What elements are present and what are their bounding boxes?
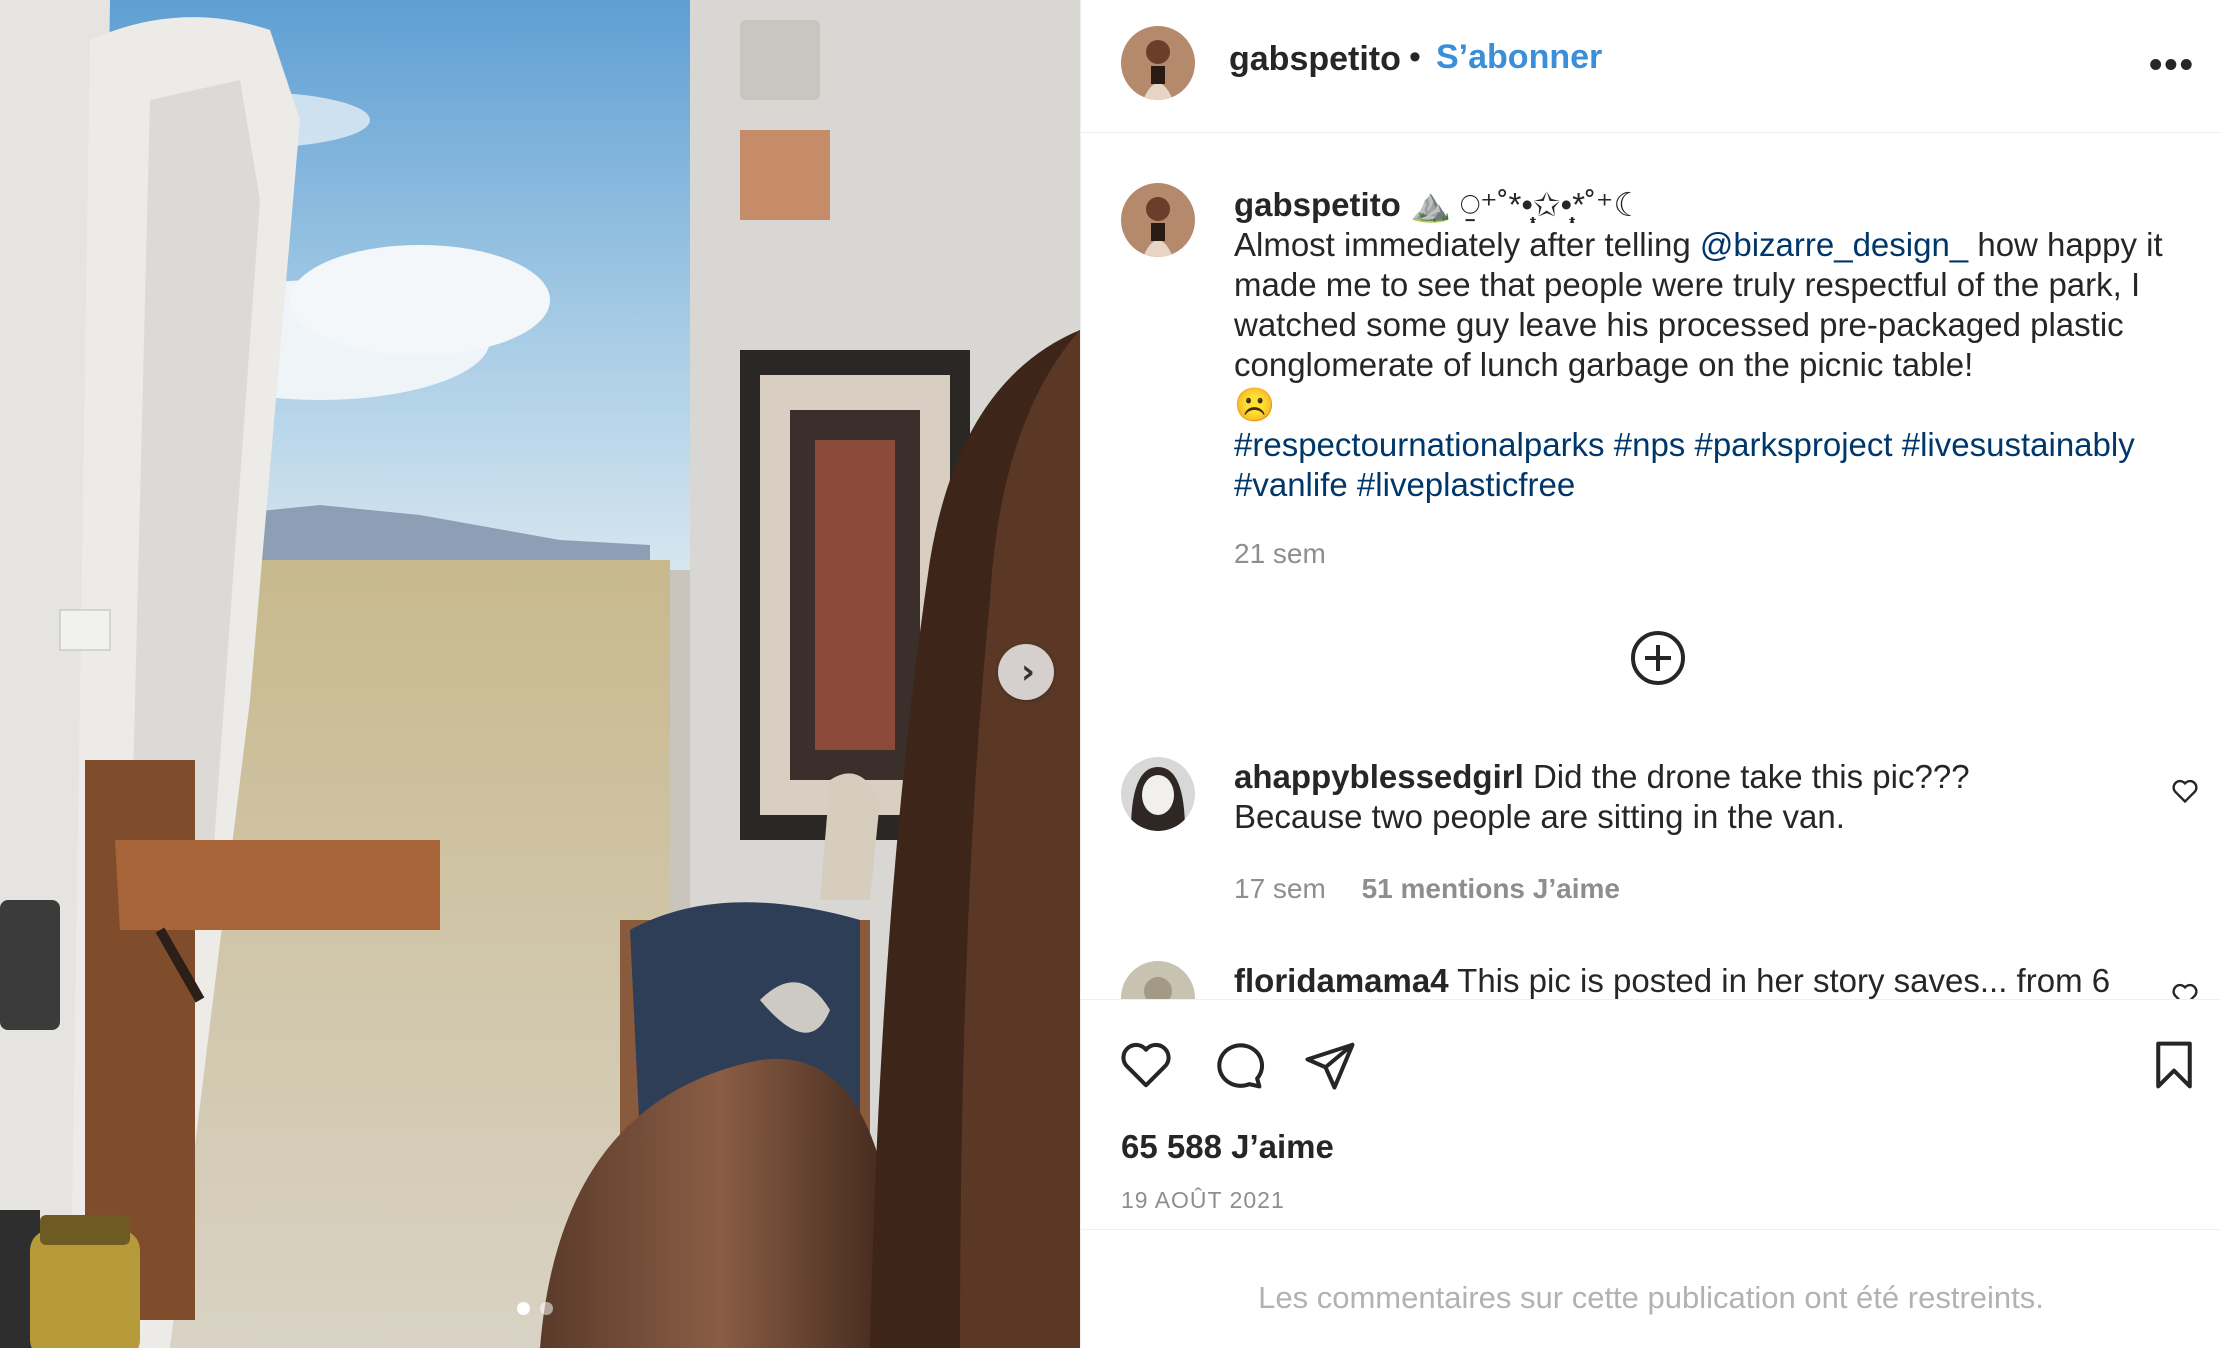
hashtag[interactable]: #livesustainably — [1902, 426, 2135, 463]
plus-circle-icon[interactable] — [1631, 631, 1685, 685]
comment-username[interactable]: ahappyblessedgirl — [1234, 758, 1524, 795]
post-panel: gabspetito • S’abonner ••• gabspetito ⛰️… — [1080, 0, 2220, 1348]
caption-text-before: Almost immediately after telling — [1234, 226, 1700, 263]
carousel-dot-active — [517, 1302, 530, 1315]
avatar[interactable] — [1121, 757, 1195, 831]
caption-mention[interactable]: @bizarre_design_ — [1700, 226, 1968, 263]
hashtag[interactable]: #vanlife — [1234, 466, 1348, 503]
bookmark-icon[interactable] — [2147, 1038, 2201, 1092]
more-icon[interactable]: ••• — [2149, 44, 2195, 87]
hashtag[interactable]: #respectournationalparks — [1234, 426, 1605, 463]
post-header: gabspetito • S’abonner ••• — [1081, 0, 2220, 133]
comment-text: floridamama4 This pic is posted in her s… — [1234, 961, 2110, 999]
comment-restricted-bar: Les commentaires sur cette publication o… — [1081, 1229, 2220, 1349]
avatar[interactable] — [1121, 183, 1195, 257]
heart-icon[interactable] — [1119, 1038, 1173, 1092]
caption-emoji: ⛰️ ⍜⁺˚*•̩̩͙✩•̩̩͙*˚⁺☾ — [1410, 186, 1643, 223]
carousel-indicator — [517, 1302, 553, 1315]
username[interactable]: gabspetito — [1229, 40, 1401, 79]
share-icon[interactable] — [1303, 1038, 1357, 1092]
avatar[interactable] — [1121, 26, 1195, 100]
post-image[interactable]: › — [0, 0, 1080, 1348]
comment-meta: 17 sem 51 mentions J’aime — [1234, 873, 1620, 905]
follow-button[interactable]: S’abonner — [1436, 38, 1602, 77]
hashtag[interactable]: #liveplasticfree — [1357, 466, 1575, 503]
comment-username[interactable]: floridamama4 — [1234, 962, 1449, 999]
hashtag[interactable]: #nps — [1614, 426, 1686, 463]
post-date: 19 AOÛT 2021 — [1121, 1187, 1285, 1213]
comment-icon[interactable] — [1211, 1038, 1265, 1092]
separator: • — [1409, 38, 1421, 76]
likes-count[interactable]: 65 588 J’aime — [1121, 1128, 1334, 1166]
van-photo — [0, 0, 1080, 1348]
comments-area[interactable]: gabspetito ⛰️ ⍜⁺˚*•̩̩͙✩•̩̩͙*˚⁺☾ Almost i… — [1081, 133, 2220, 999]
caption: gabspetito ⛰️ ⍜⁺˚*•̩̩͙✩•̩̩͙*˚⁺☾ Almost i… — [1234, 185, 2179, 505]
caption-timestamp[interactable]: 21 sem — [1234, 538, 1326, 570]
carousel-dot — [540, 1302, 553, 1315]
next-slide-button[interactable]: › — [998, 644, 1054, 700]
heart-icon[interactable] — [2171, 981, 2199, 999]
comment-body: This pic is posted in her story saves...… — [1457, 962, 2111, 999]
comment-text: ahappyblessedgirl Did the drone take thi… — [1234, 757, 2104, 837]
restricted-notice: Les commentaires sur cette publication o… — [1258, 1280, 2044, 1315]
avatar[interactable] — [1121, 961, 1195, 999]
chevron-right-icon: › — [1020, 652, 1035, 692]
hashtag[interactable]: #parksproject — [1694, 426, 1892, 463]
heart-icon[interactable] — [2171, 777, 2199, 805]
action-bar: 65 588 J’aime 19 AOÛT 2021 — [1081, 999, 2220, 1230]
comment-likes[interactable]: 51 mentions J’aime — [1362, 873, 1620, 904]
caption-username[interactable]: gabspetito — [1234, 186, 1401, 223]
comment-timestamp[interactable]: 17 sem — [1234, 873, 1326, 904]
sad-emoji: ☹️ — [1234, 386, 1276, 423]
